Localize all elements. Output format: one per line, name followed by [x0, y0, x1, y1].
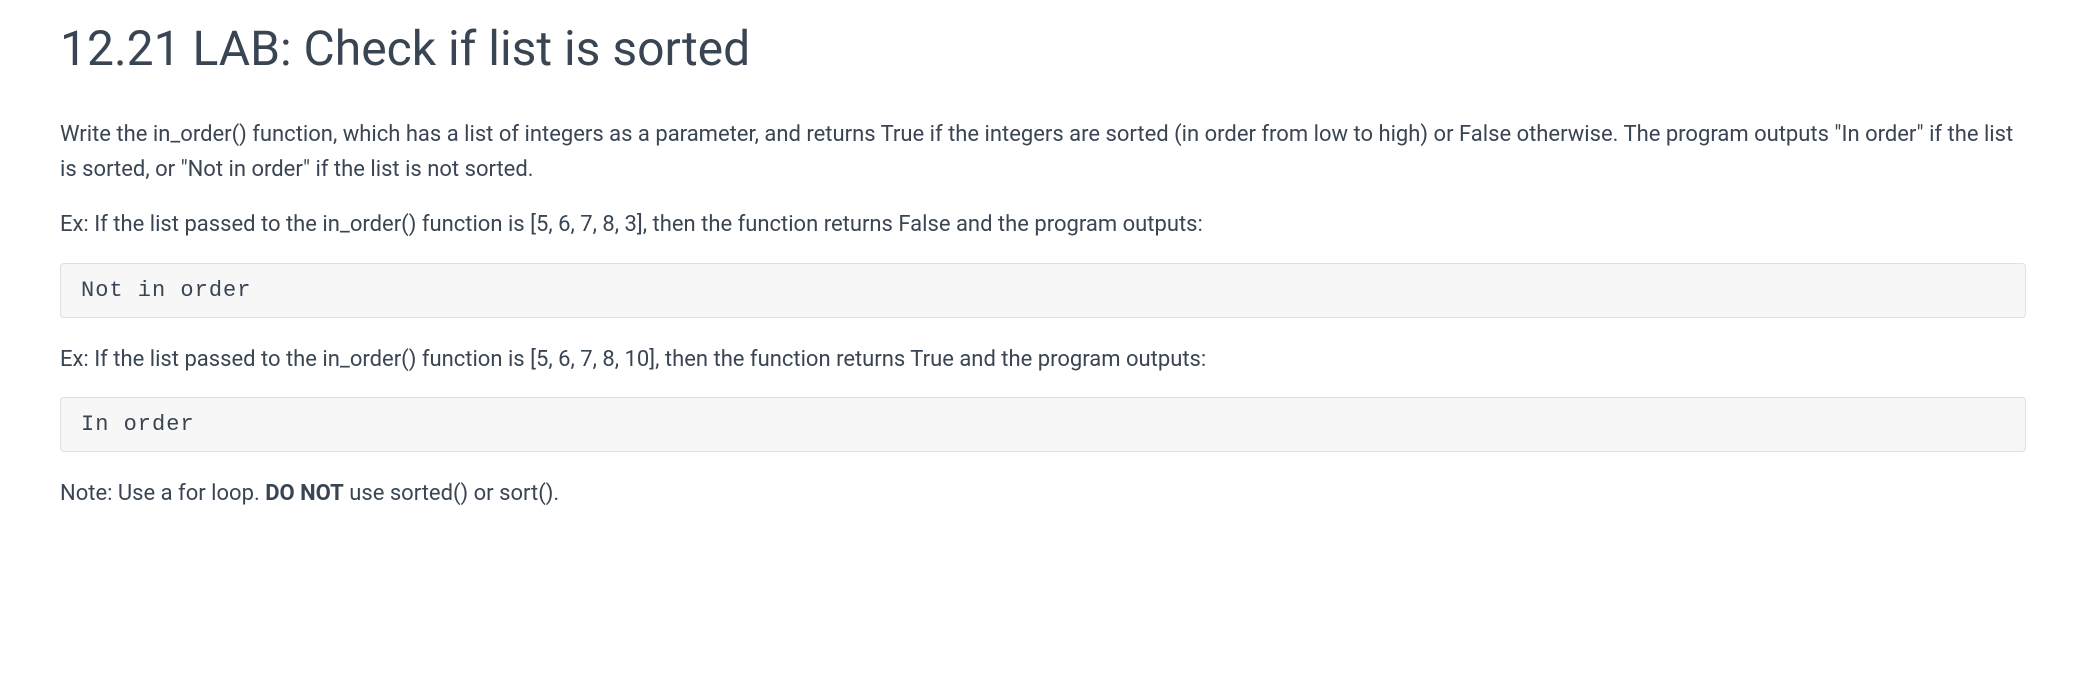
note-suffix: use sorted() or sort(). [344, 481, 559, 506]
code-output-1: Not in order [60, 263, 2026, 318]
page-title: 12.21 LAB: Check if list is sorted [60, 20, 2026, 77]
note-prefix: Note: Use a for loop. [60, 481, 265, 506]
example2-paragraph: Ex: If the list passed to the in_order()… [60, 342, 2026, 377]
note-paragraph: Note: Use a for loop. DO NOT use sorted(… [60, 476, 2026, 511]
code-output-2: In order [60, 397, 2026, 452]
example1-paragraph: Ex: If the list passed to the in_order()… [60, 207, 2026, 242]
intro-paragraph: Write the in_order() function, which has… [60, 117, 2026, 187]
note-bold: DO NOT [265, 481, 344, 506]
